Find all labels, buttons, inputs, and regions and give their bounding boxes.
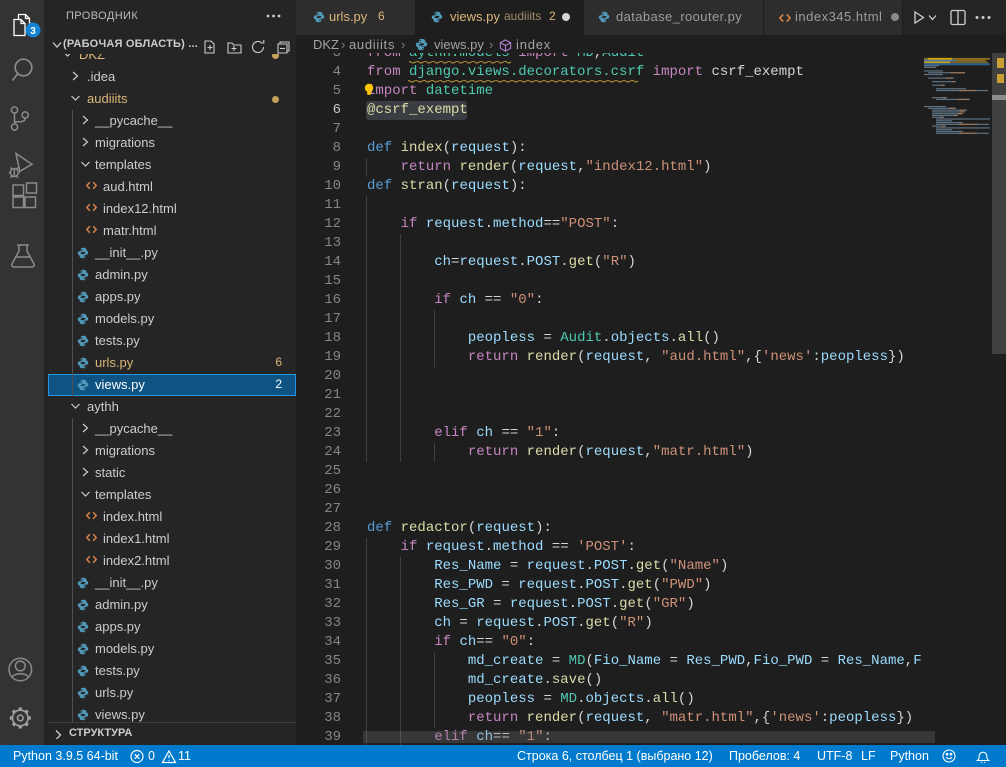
svg-text:3: 3 <box>30 26 36 37</box>
